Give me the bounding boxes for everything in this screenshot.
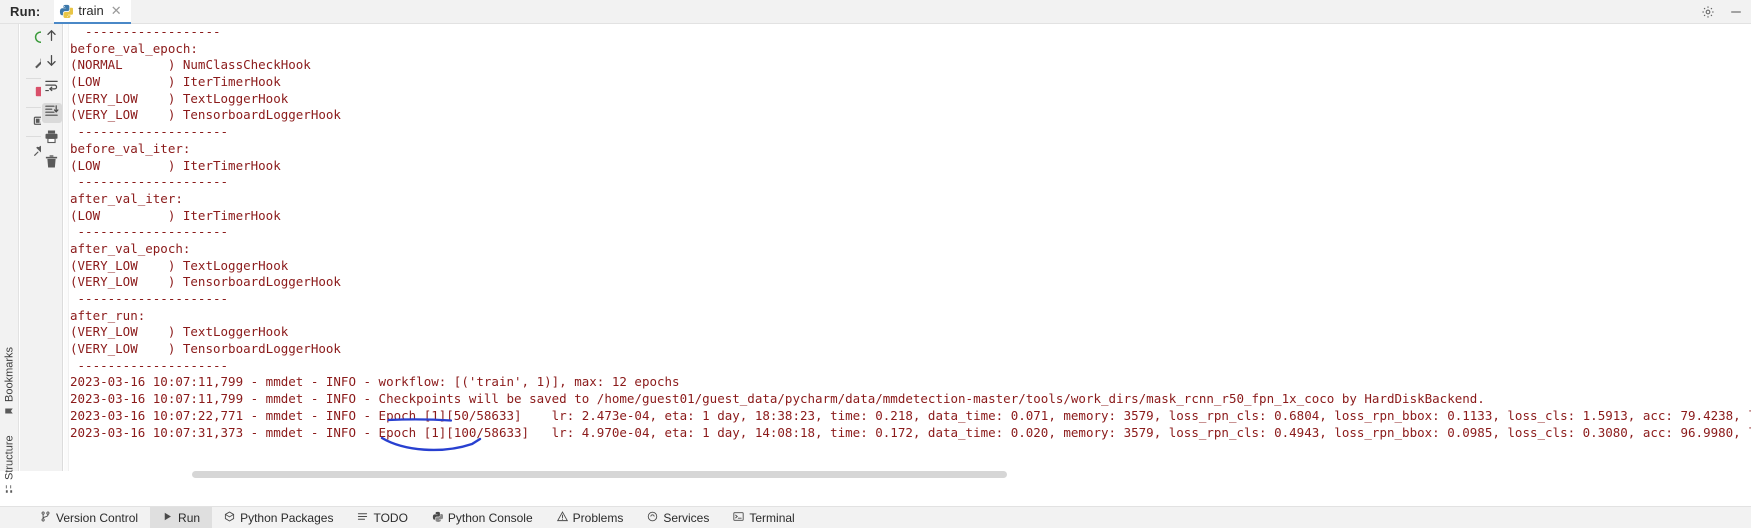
console-icon (432, 511, 444, 525)
console-line: (VERY_LOW ) TextLoggerHook (70, 257, 447, 273)
console-line: before_val_epoch: (70, 40, 198, 56)
status-item-terminal-label: Terminal (749, 510, 795, 525)
run-header: Run: train ✕ (0, 0, 1751, 24)
trash-icon (44, 154, 59, 174)
services-icon (647, 511, 658, 525)
run-toolbar-right (41, 24, 63, 471)
status-item-problems-label: Problems (572, 510, 624, 525)
status-item-todo-label: TODO (373, 510, 408, 525)
console-log-text: ------------------ before_val_epoch: (NORM… (70, 24, 1751, 441)
status-item-version-control-label: Version Control (56, 510, 139, 525)
run-label: Run: (10, 4, 41, 19)
down-button[interactable] (42, 53, 62, 73)
status-item-python-console[interactable]: Python Console (420, 507, 545, 528)
status-item-todo[interactable]: TODO (345, 507, 419, 528)
sidebar-item-structure-label: Structure (3, 435, 16, 480)
structure-icon (4, 484, 16, 494)
soft-wrap-button[interactable] (42, 78, 62, 98)
python-icon (59, 4, 74, 18)
status-item-services[interactable]: Services (635, 507, 721, 528)
list-icon (357, 511, 368, 525)
console-line: ------------------ (70, 24, 221, 39)
warning-icon (556, 510, 568, 525)
scrollbar-thumb[interactable] (192, 471, 1007, 478)
console-line: (LOW ) IterTimerHook (70, 74, 447, 90)
run-tab-label: train (78, 3, 104, 18)
status-item-problems[interactable]: Problems (545, 507, 636, 528)
gear-icon[interactable] (1701, 5, 1715, 19)
scroll-to-end-button[interactable] (41, 103, 62, 123)
left-tool-window-bar: Bookmarks Structure (0, 24, 19, 493)
status-item-terminal[interactable]: Terminal (721, 507, 806, 528)
print-button[interactable] (42, 129, 62, 149)
console-line: (LOW ) IterTimerHook (70, 207, 447, 223)
soft-wrap-icon (44, 78, 59, 98)
clear-button[interactable] (42, 154, 62, 174)
run-tool-window: Run: train ✕ Bookmarks Structure -------… (0, 0, 1751, 528)
console-line: -------------------- (70, 224, 236, 240)
console-line: 2023-03-16 10:07:11,799 - mmdet - INFO -… (70, 391, 1485, 407)
console-line: 2023-03-16 10:07:31,373 - mmdet - INFO -… (70, 424, 1751, 440)
console-line: 2023-03-16 10:07:22,771 - mmdet - INFO -… (70, 407, 1751, 423)
console-line: 2023-03-16 10:07:11,799 - mmdet - INFO -… (70, 374, 680, 390)
sidebar-item-structure[interactable]: Structure (0, 406, 19, 494)
status-item-python-console-label: Python Console (447, 510, 533, 525)
console-line: after_run: (70, 307, 146, 323)
up-button[interactable] (42, 28, 62, 48)
status-item-services-label: Services (663, 510, 710, 525)
status-item-run-label: Run (178, 510, 201, 525)
status-item-python-packages[interactable]: Python Packages (212, 507, 345, 528)
console-output[interactable]: ------------------ before_val_epoch: (NORM… (64, 24, 1751, 471)
console-line: (VERY_LOW ) TensorboardLoggerHook (70, 107, 447, 123)
console-line: before_val_iter: (70, 140, 191, 156)
branch-icon (40, 511, 51, 525)
minimize-icon[interactable] (1729, 5, 1743, 19)
console-line: (VERY_LOW ) TensorboardLoggerHook (70, 274, 447, 290)
sidebar-item-bookmarks[interactable]: Bookmarks (0, 326, 19, 416)
console-line: (VERY_LOW ) TextLoggerHook (70, 90, 447, 106)
play-icon (162, 511, 173, 525)
console-gutter (64, 24, 69, 471)
close-icon[interactable]: ✕ (109, 4, 124, 17)
arrow-up-icon (44, 28, 59, 48)
run-tab-train[interactable]: train ✕ (54, 0, 131, 24)
scroll-to-end-icon (44, 103, 59, 123)
status-item-version-control[interactable]: Version Control (28, 507, 150, 528)
console-line: (VERY_LOW ) TensorboardLoggerHook (70, 341, 447, 357)
bottom-status-bar: Version Control Run Python Packages TODO… (0, 506, 1751, 528)
console-line: (NORMAL ) NumClassCheckHook (70, 57, 447, 73)
packages-icon (224, 511, 235, 525)
console-line: after_val_epoch: (70, 240, 191, 256)
console-line: after_val_iter: (70, 190, 183, 206)
console-line: -------------------- (70, 291, 236, 306)
console-line: -------------------- (70, 357, 236, 373)
arrow-down-icon (44, 53, 59, 73)
print-icon (44, 129, 59, 149)
header-actions (1701, 0, 1743, 24)
console-line: (LOW ) IterTimerHook (70, 157, 447, 173)
terminal-icon (733, 511, 744, 525)
sidebar-item-bookmarks-label: Bookmarks (3, 346, 16, 402)
status-item-run[interactable]: Run (150, 506, 213, 528)
console-line: -------------------- (70, 174, 236, 190)
console-line: (VERY_LOW ) TextLoggerHook (70, 324, 447, 340)
status-item-python-packages-label: Python Packages (240, 510, 334, 525)
console-line: -------------------- (70, 124, 236, 140)
